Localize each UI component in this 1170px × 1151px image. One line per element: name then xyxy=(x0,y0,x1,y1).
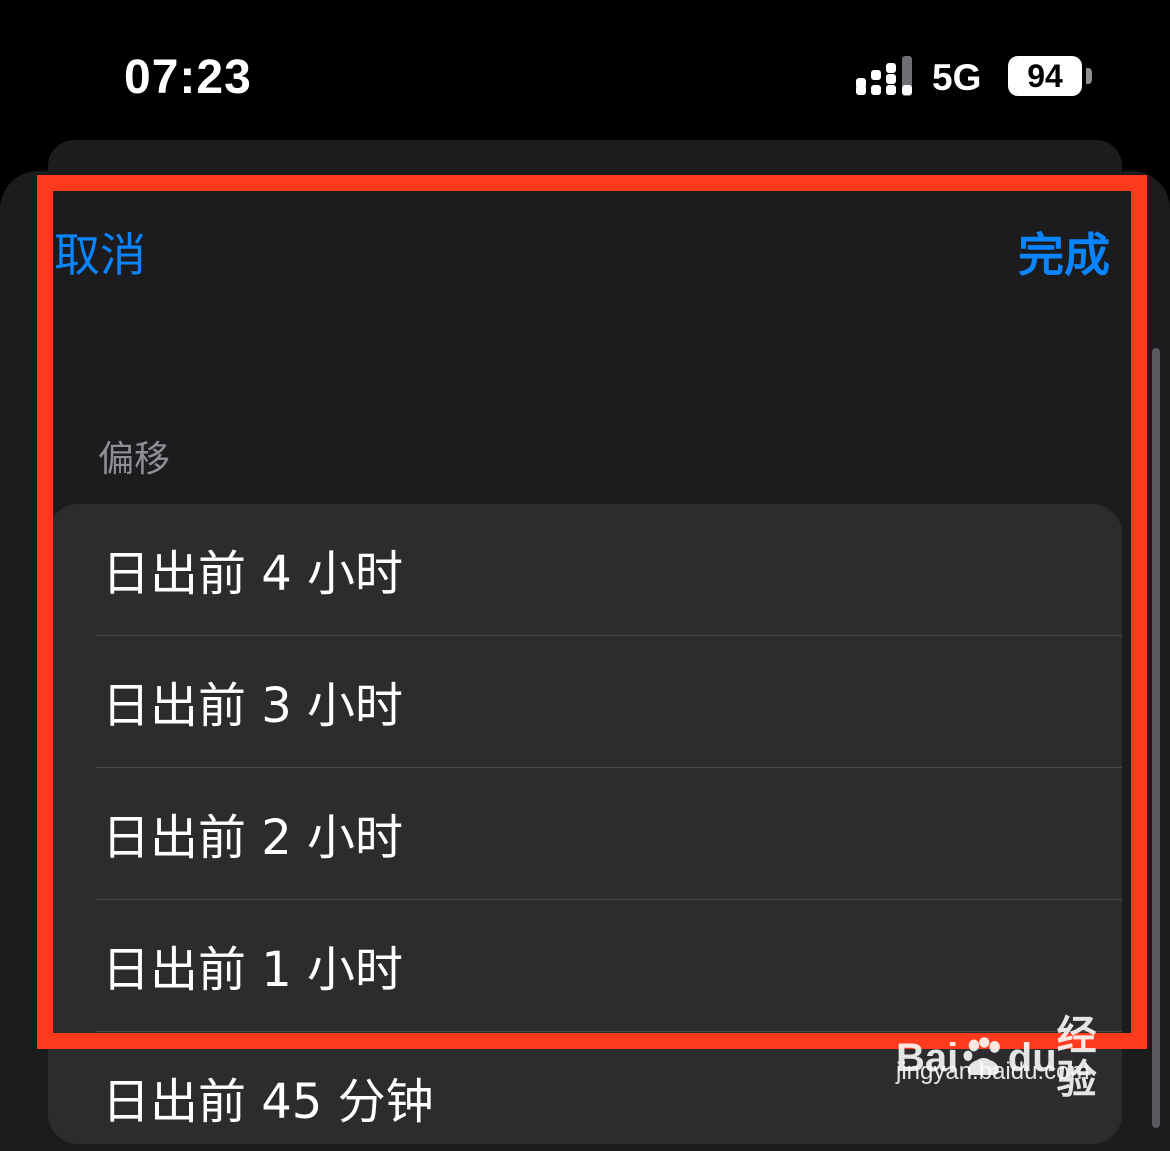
option-label: 日出前 45 分钟 xyxy=(102,1074,434,1130)
option-label: 日出前 3 小时 xyxy=(102,678,404,734)
section-header: 偏移 xyxy=(98,439,171,480)
list-item[interactable]: 日出前 4 小时 xyxy=(48,504,1122,636)
battery-level: 94 xyxy=(1008,56,1082,96)
scroll-indicator[interactable] xyxy=(1152,348,1160,1128)
list-item[interactable]: 日出前 2 小时 xyxy=(48,768,1122,900)
option-label: 日出前 4 小时 xyxy=(102,546,404,602)
battery-tip xyxy=(1086,68,1092,84)
cancel-button[interactable]: 取消 xyxy=(54,224,146,286)
watermark-url: jingyan.baidu.com xyxy=(896,1058,1090,1085)
cellular-signal-icon xyxy=(856,56,912,96)
list-item[interactable]: 日出前 3 小时 xyxy=(48,636,1122,768)
baidu-watermark: Bai du 经验 jingyan.baidu.com xyxy=(896,986,1116,1102)
option-label: 日出前 1 小时 xyxy=(102,942,404,998)
battery-icon: 94 xyxy=(1008,56,1094,98)
option-label: 日出前 2 小时 xyxy=(102,810,404,866)
status-time: 07:23 xyxy=(124,51,252,104)
status-bar: 07:23 5G 94 xyxy=(0,0,1170,140)
done-button[interactable]: 完成 xyxy=(1018,224,1110,286)
network-type: 5G xyxy=(932,57,982,98)
